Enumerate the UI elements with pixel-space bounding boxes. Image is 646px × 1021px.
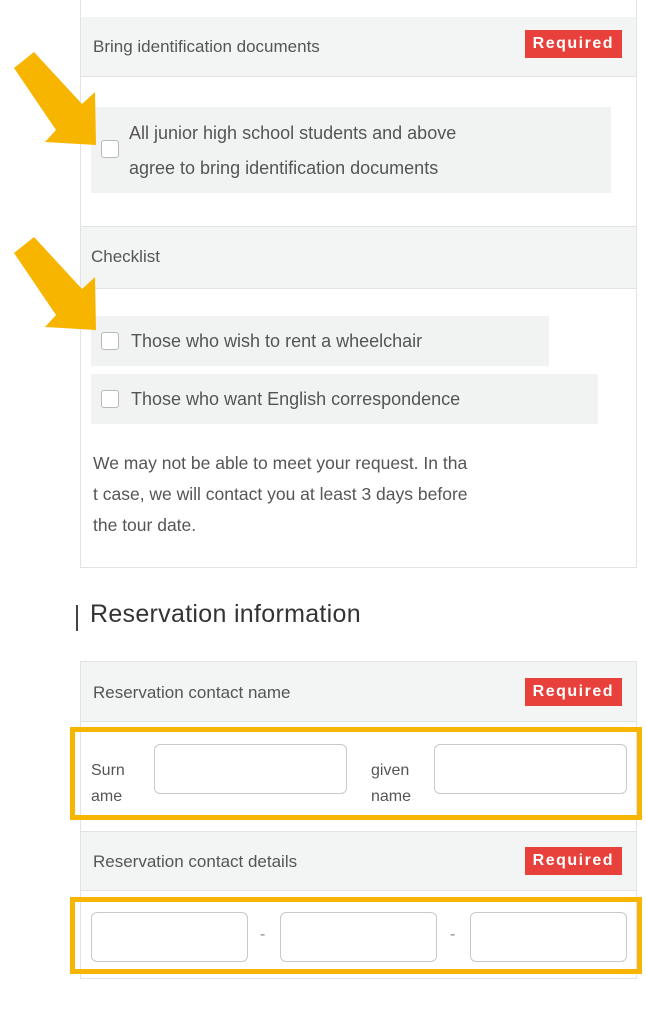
checklist-note: We may not be able to meet your request.… (93, 448, 627, 541)
id-documents-option[interactable]: All junior high school students and abov… (91, 107, 611, 193)
required-badge: Required (524, 30, 622, 58)
id-documents-option-line1: All junior high school students and abov… (129, 123, 457, 143)
note-line: We may not be able to meet your request.… (93, 453, 468, 473)
note-line: t case, we will contact you at least 3 d… (93, 484, 468, 504)
note-line: the tour date. (93, 515, 197, 535)
english-checkbox[interactable] (101, 390, 119, 408)
wheelchair-option[interactable]: Those who wish to rent a wheelchair (91, 316, 549, 366)
english-option-label: Those who want English correspondence (131, 389, 461, 409)
section-title-bar (76, 605, 78, 631)
checklist-header: Checklist (81, 226, 636, 289)
required-badge: Required (524, 847, 622, 875)
wheelchair-option-label: Those who wish to rent a wheelchair (131, 331, 423, 351)
options-panel: Bring identification documents Required … (80, 0, 637, 568)
id-documents-option-line2: agree to bring identification documents (129, 158, 439, 178)
id-documents-label: Bring identification documents (93, 37, 320, 56)
required-badge: Required (524, 678, 622, 706)
contact-name-label: Reservation contact name (93, 683, 291, 702)
name-fields-highlight (70, 727, 642, 820)
english-option[interactable]: Those who want English correspondence (91, 374, 598, 424)
contact-details-label: Reservation contact details (93, 852, 298, 871)
reservation-section-title: Reservation information (90, 600, 361, 628)
arrow-pointer-icon (14, 237, 96, 330)
id-documents-header: Bring identification documents Required (81, 17, 636, 77)
contact-details-header: Reservation contact details Required (81, 831, 636, 891)
contact-name-header: Reservation contact name Required (81, 662, 636, 722)
contact-fields-highlight (70, 897, 642, 974)
arrow-pointer-icon (14, 52, 96, 145)
